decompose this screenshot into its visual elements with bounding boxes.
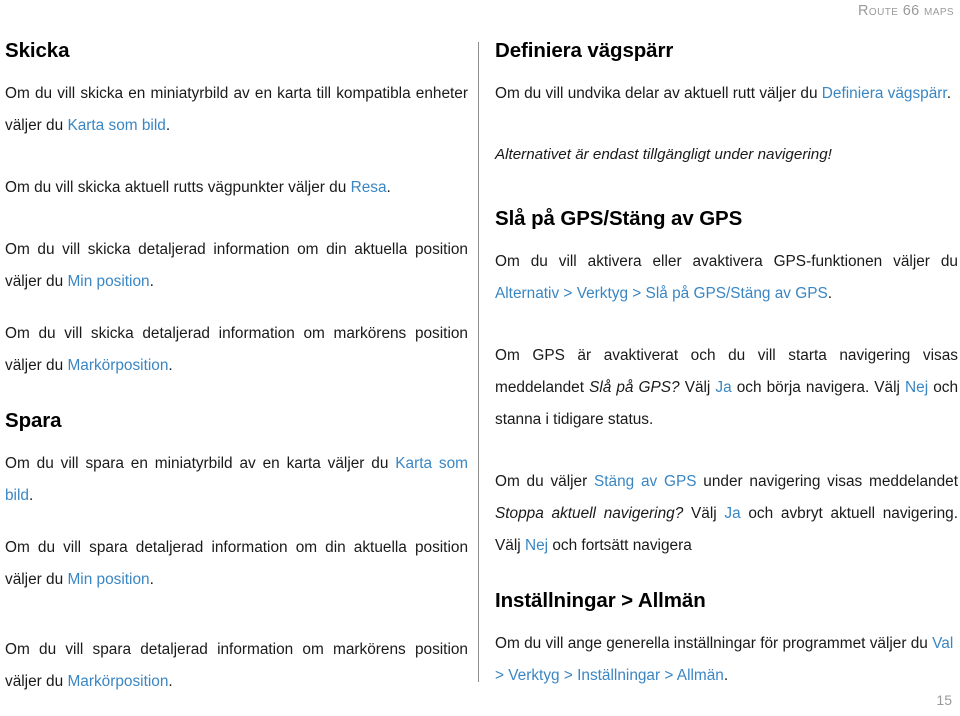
paragraph-spara-current-position: Om du vill spara detaljerad information …: [5, 532, 468, 596]
menu-reference-karta-som-bild[interactable]: Karta som bild: [67, 117, 165, 134]
menu-reference-definiera-vagsparr[interactable]: Definiera vägspärr: [822, 85, 947, 102]
paragraph-vagsparr-note: Alternativet är endast tillgängligt unde…: [495, 140, 958, 170]
text-run: under navigering visas meddelandet: [696, 472, 958, 490]
paragraph-spara-thumbnail: Om du vill spara en miniatyrbild av en k…: [5, 448, 468, 512]
paragraph-skicka-current-position: Om du vill skicka detaljerad information…: [5, 234, 468, 298]
text-run: .: [386, 178, 391, 196]
text-run: .: [149, 570, 154, 588]
page-header: ROUTE 66 MAPS: [0, 0, 960, 30]
dialog-button-ja[interactable]: Ja: [724, 505, 740, 522]
menu-reference-resa[interactable]: Resa: [351, 179, 387, 196]
paragraph-installningar-intro: Om du vill ange generella inställningar …: [495, 628, 958, 692]
page-number: 15: [936, 692, 952, 708]
text-run: .: [28, 486, 34, 504]
heading-skicka: Skicka: [5, 39, 70, 62]
page-body: Skicka Om du vill skicka en miniatyrbild…: [0, 39, 960, 692]
left-column: Skicka Om du vill skicka en miniatyrbild…: [5, 39, 468, 698]
section-skicka: Skicka Om du vill skicka en miniatyrbild…: [5, 39, 468, 382]
dialog-button-nej[interactable]: Nej: [525, 537, 548, 554]
paragraph-gps-stop-navigation: Om du väljer Stäng av GPS under navigeri…: [495, 466, 958, 562]
text-run: .: [723, 666, 729, 684]
heading-installningar-allman: Inställningar > Allmän: [495, 588, 706, 612]
paragraph-vagsparr-intro: Om du vill undvika delar av aktuell rutt…: [495, 78, 958, 110]
dialog-message-stoppa-aktuell-navigering: Stoppa aktuell navigering?: [495, 504, 684, 522]
section-installningar-allman: Inställningar > Allmän Om du vill ange g…: [495, 588, 958, 692]
section-definiera-vagsparr: Definiera vägspärr Om du vill undvika de…: [495, 39, 958, 170]
dialog-button-ja[interactable]: Ja: [715, 379, 731, 396]
page-footer: 15: [0, 692, 960, 710]
text-run: .: [165, 116, 171, 134]
menu-reference-min-position[interactable]: Min position: [67, 273, 149, 290]
heading-gps-toggle: Slå på GPS/Stäng av GPS: [495, 206, 743, 230]
right-column: Definiera vägspärr Om du vill undvika de…: [495, 39, 958, 692]
document-title: ROUTE 66 MAPS: [858, 3, 954, 19]
text-run: Om du vill undvika delar av aktuell rutt…: [495, 84, 822, 102]
text-run: .: [168, 672, 173, 690]
menu-reference-markorposition[interactable]: Markörposition: [67, 673, 168, 690]
paragraph-gps-activate: Om du vill aktivera eller avaktivera GPS…: [495, 246, 958, 310]
text-run: Välj: [683, 504, 725, 522]
text-run: Om du vill aktivera eller avaktivera GPS…: [495, 252, 958, 270]
text-run: Välj: [679, 378, 716, 396]
menu-reference-min-position[interactable]: Min position: [67, 571, 149, 588]
section-gps-toggle: Slå på GPS/Stäng av GPS Om du vill aktiv…: [495, 206, 958, 562]
text-run: .: [149, 272, 154, 290]
paragraph-spara-cursor-position: Om du vill spara detaljerad information …: [5, 634, 468, 698]
text-run: .: [946, 84, 951, 102]
text-run: .: [168, 356, 173, 374]
text-run: .: [827, 284, 833, 302]
text-run: Om du väljer: [495, 472, 594, 490]
section-spara: Spara Om du vill spara en miniatyrbild a…: [5, 408, 468, 698]
dialog-button-nej[interactable]: Nej: [905, 379, 928, 396]
italic-note-navigation-only: Alternativet är endast tillgängligt unde…: [495, 145, 832, 163]
text-run: Om du vill ange generella inställningar …: [495, 634, 933, 652]
dialog-message-sla-pa-gps: Slå på GPS?: [589, 378, 680, 396]
paragraph-skicka-cursor-position: Om du vill skicka detaljerad information…: [5, 318, 468, 382]
text-run: Om du vill skicka aktuell rutts vägpunkt…: [5, 178, 351, 196]
menu-reference-markorposition[interactable]: Markörposition: [67, 357, 168, 374]
column-divider: [478, 42, 479, 682]
paragraph-gps-deactivated-prompt: Om GPS är avaktiverat och du vill starta…: [495, 340, 958, 436]
menu-path-alternativ-verktyg-gps[interactable]: Alternativ > Verktyg > Slå på GPS/Stäng …: [495, 285, 828, 302]
paragraph-skicka-waypoints: Om du vill skicka aktuell rutts vägpunkt…: [5, 172, 468, 204]
text-run: och börja navigera. Välj: [731, 378, 906, 396]
paragraph-skicka-thumbnail: Om du vill skicka en miniatyrbild av en …: [5, 78, 468, 142]
text-run: Om du vill spara en miniatyrbild av en k…: [5, 454, 396, 472]
text-run: och fortsätt navigera: [548, 536, 692, 554]
heading-definiera-vagsparr: Definiera vägspärr: [495, 39, 674, 62]
menu-reference-stang-av-gps[interactable]: Stäng av GPS: [594, 473, 697, 490]
heading-spara: Spara: [5, 408, 62, 432]
